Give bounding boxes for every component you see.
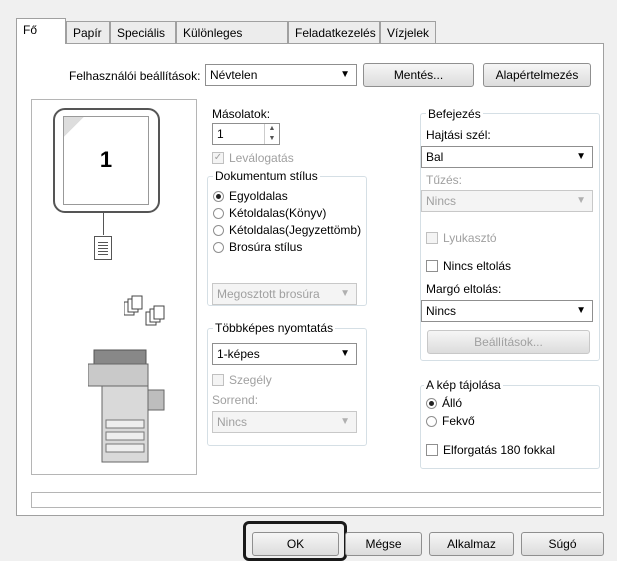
chevron-down-icon: ▼ (340, 69, 350, 80)
staple-select[interactable]: Nincs ▼ (421, 190, 593, 212)
no-offset-label: Nincs eltolás (443, 259, 512, 273)
tab-job-handling[interactable]: Feladatkezelés (288, 21, 380, 43)
radio-duplex-tablet[interactable] (213, 225, 224, 236)
chevron-down-icon: ▼ (576, 151, 586, 162)
apply-button[interactable]: Alkalmaz (429, 532, 514, 556)
stacked-copies-icon (124, 295, 165, 326)
spinner-arrows-icon[interactable]: ▲ ▼ (264, 124, 279, 144)
n-up-select[interactable]: 1-képes ▼ (212, 343, 357, 365)
radio-portrait[interactable] (426, 398, 437, 409)
finishing-settings-button[interactable]: Beállítások... (427, 330, 590, 354)
duplex-book-label: Kétoldalas(Könyv) (229, 206, 327, 220)
tab-label: Vízjelek (387, 26, 430, 40)
split-booklet-select[interactable]: Megosztott brosúra ▼ (212, 283, 357, 305)
tab-label: Fő (23, 23, 38, 37)
chevron-down-icon: ▼ (340, 348, 350, 359)
landscape-label: Fekvő (442, 414, 475, 428)
chevron-down-icon: ▼ (576, 305, 586, 316)
tab-paper[interactable]: Papír (66, 21, 110, 43)
portrait-label: Álló (442, 396, 463, 410)
tab-label: Feladatkezelés (295, 26, 376, 40)
order-select[interactable]: Nincs ▼ (212, 411, 357, 433)
radio-simplex[interactable] (213, 191, 224, 202)
binding-edge-select[interactable]: Bal ▼ (421, 146, 593, 168)
order-value: Nincs (217, 415, 248, 429)
radio-booklet[interactable] (213, 242, 224, 253)
preview-connector (103, 213, 104, 235)
finishing-label: Befejezés (426, 107, 483, 121)
copies-value: 1 (217, 127, 224, 141)
margin-shift-select[interactable]: Nincs ▼ (421, 300, 593, 322)
user-settings-value: Névtelen (210, 68, 258, 82)
booklet-label: Brosúra stílus (229, 240, 303, 254)
duplex-tablet-label: Kétoldalas(Jegyzettömb) (229, 223, 362, 237)
collate-label: Leválogatás (229, 151, 294, 165)
radio-duplex-book[interactable] (213, 208, 224, 219)
chevron-down-icon: ▼ (576, 195, 586, 206)
help-button[interactable]: Súgó (521, 532, 604, 556)
order-label: Sorrend: (212, 393, 259, 407)
simplex-label: Egyoldalas (229, 189, 288, 203)
staple-label: Tűzés: (426, 173, 463, 187)
info-bar (31, 492, 601, 508)
tab-advanced[interactable]: Speciális (110, 21, 176, 43)
preview-page-number: 1 (99, 147, 113, 172)
defaults-button[interactable]: Alapértelmezés (483, 63, 591, 87)
save-settings-button[interactable]: Mentés... (363, 63, 474, 87)
user-settings-label: Felhasználói beállítások: (69, 69, 201, 83)
document-icon (94, 236, 112, 260)
chevron-down-icon: ▼ (340, 288, 350, 299)
staple-value: Nincs (426, 194, 457, 208)
cancel-button[interactable]: Mégse (345, 532, 422, 556)
tab-label: Speciális (117, 26, 166, 40)
margin-shift-label: Margó eltolás: (426, 282, 502, 296)
user-settings-select[interactable]: Névtelen ▼ (205, 64, 357, 86)
punch-checkbox[interactable] (426, 232, 438, 244)
punch-label: Lyukasztó (443, 231, 497, 245)
orientation-label: A kép tájolása (424, 378, 503, 392)
no-offset-checkbox[interactable] (426, 260, 438, 272)
copies-spinner[interactable]: 1 ▲ ▼ (212, 123, 280, 145)
tab-label: Papír (73, 26, 102, 40)
tab-watermarks[interactable]: Vízjelek (380, 21, 436, 43)
rotate-180-checkbox[interactable] (426, 444, 438, 456)
split-booklet-value: Megosztott brosúra (217, 287, 320, 301)
collate-checkbox[interactable]: ✓ (212, 152, 224, 164)
ok-highlight-frame (243, 521, 347, 561)
n-up-label: Többképes nyomtatás (213, 321, 336, 335)
tab-special-modes[interactable]: Különleges módok (176, 21, 288, 62)
n-up-value: 1-képes (217, 347, 260, 361)
border-checkbox[interactable] (212, 374, 224, 386)
margin-shift-value: Nincs (426, 304, 457, 318)
document-style-label: Dokumentum stílus (213, 169, 320, 183)
tab-main[interactable]: Fő (16, 18, 66, 44)
printer-icon (88, 349, 165, 463)
chevron-down-icon: ▼ (340, 416, 350, 427)
binding-edge-value: Bal (426, 150, 444, 164)
preview-page: 1 (63, 116, 149, 205)
border-label: Szegély (229, 373, 272, 387)
rotate-180-label: Elforgatás 180 fokkal (443, 443, 556, 457)
copies-label: Másolatok: (212, 107, 271, 121)
binding-edge-label: Hajtási szél: (426, 128, 491, 142)
radio-landscape[interactable] (426, 416, 437, 427)
